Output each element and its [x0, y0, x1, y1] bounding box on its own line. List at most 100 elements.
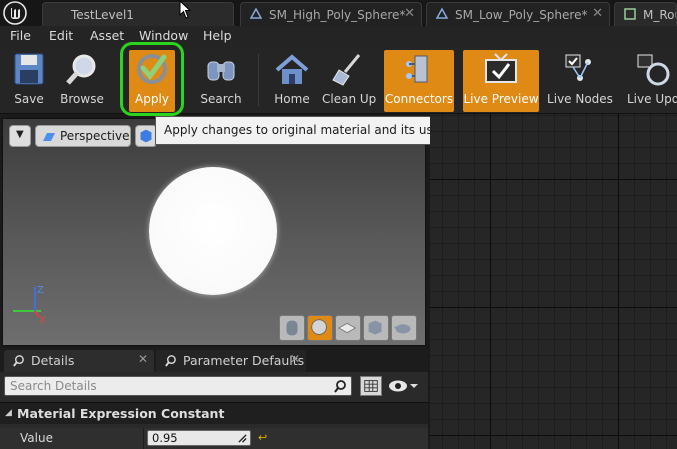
static-mesh-icon [249, 7, 263, 19]
close-icon[interactable]: ✕ [138, 352, 148, 366]
tab-label: SM_Low_Poly_Sphere* [455, 8, 588, 22]
axis-z-label: Z [37, 285, 44, 296]
menu-file[interactable]: File [10, 28, 31, 43]
close-icon[interactable]: ✕ [290, 352, 300, 366]
live-nodes-icon [565, 54, 591, 81]
tab-material[interactable]: M_Rou [614, 2, 677, 26]
live-update-label: Live Upda [627, 92, 677, 106]
material-icon [624, 8, 636, 20]
cube-icon [140, 129, 152, 143]
browse-button[interactable]: Browse [56, 50, 108, 112]
panel-tab-strip: Details ✕ Parameter Defaults ✕ [0, 348, 428, 372]
menu-asset[interactable]: Asset [90, 28, 124, 43]
mouse-cursor-icon [179, 0, 192, 19]
clean-up-label: Clean Up [322, 92, 377, 106]
tab-details[interactable]: Details ✕ [4, 350, 154, 372]
broom-icon [332, 54, 361, 86]
view-lit-button[interactable] [135, 125, 157, 147]
connectors-label: Connectors [384, 92, 454, 106]
browse-label: Browse [60, 92, 104, 106]
property-row-value: Value 0.95 ↩ [0, 428, 428, 449]
sphere-icon [311, 319, 327, 335]
search-button[interactable]: Search [198, 50, 244, 112]
connectors-icon [406, 55, 428, 83]
preview-sphere [149, 167, 277, 295]
preview-cylinder-button[interactable] [279, 315, 305, 341]
tab-test-level[interactable]: TestLevel1 [42, 2, 234, 26]
binoculars-icon [207, 61, 235, 81]
details-panel: Search Details ◢ Material Expression Con… [0, 372, 428, 449]
collapse-arrow-icon: ◢ [5, 408, 12, 418]
live-preview-button[interactable]: Live Preview [463, 50, 539, 112]
close-icon[interactable]: ✕ [404, 6, 415, 21]
editor-tab-bar: TestLevel1 SM_High_Poly_Sphere* ✕ SM_Low… [0, 0, 677, 26]
viewport-options-dropdown[interactable]: ▼ [9, 125, 31, 147]
column-divider[interactable] [143, 428, 144, 449]
preview-cube-button[interactable] [363, 315, 389, 341]
preview-sphere-button[interactable] [307, 315, 333, 341]
search-label: Search [200, 92, 242, 106]
search-icon [334, 380, 346, 393]
chevron-down-icon: ▼ [16, 129, 24, 140]
view-mode-label: Perspective [60, 129, 130, 143]
reset-to-default-icon[interactable]: ↩ [258, 431, 267, 444]
connectors-button[interactable]: Connectors [384, 50, 454, 112]
menu-window[interactable]: Window [139, 28, 188, 43]
tab-sm-high-poly-sphere[interactable]: SM_High_Poly_Sphere* ✕ [240, 2, 422, 26]
magnifier-icon [66, 54, 96, 85]
magnifier-icon [165, 355, 176, 367]
floppy-disk-icon [14, 53, 44, 85]
axis-x-label: X [39, 315, 46, 325]
live-preview-label: Live Preview [463, 92, 539, 106]
value-text: 0.95 [152, 431, 178, 445]
search-placeholder: Search Details [10, 379, 97, 393]
material-graph-canvas[interactable] [430, 114, 677, 449]
tab-label: SM_High_Poly_Sphere* [269, 8, 406, 22]
tab-label: TestLevel1 [71, 8, 134, 22]
magnifier-icon [13, 355, 24, 367]
cylinder-icon [286, 320, 298, 336]
home-button[interactable]: Home [270, 50, 314, 112]
tv-preview-icon [485, 53, 517, 83]
close-icon[interactable]: ✕ [592, 6, 603, 21]
preview-plane-button[interactable] [335, 315, 361, 341]
save-button[interactable]: Save [4, 50, 54, 112]
apply-highlight-ring [120, 42, 184, 116]
tab-parameter-defaults-label: Parameter Defaults [183, 353, 305, 368]
view-options-eye-icon[interactable] [388, 378, 418, 394]
perspective-view-button[interactable]: Perspective [35, 125, 131, 147]
drag-handle-icon [238, 434, 247, 443]
material-expression-constant-section[interactable]: ◢ Material Expression Constant [0, 402, 428, 424]
menu-help[interactable]: Help [203, 28, 232, 43]
tab-parameter-defaults[interactable]: Parameter Defaults ✕ [156, 350, 306, 372]
house-icon [275, 54, 309, 84]
menu-edit[interactable]: Edit [49, 28, 73, 43]
clean-up-button[interactable]: Clean Up [322, 50, 376, 112]
preview-teapot-button[interactable] [391, 315, 417, 341]
unreal-engine-logo-icon[interactable] [2, 1, 28, 25]
toolbar-separator [258, 54, 259, 106]
tab-label: M_Rou [643, 8, 676, 22]
save-label: Save [14, 92, 44, 106]
axis-gizmo-icon: Z X [13, 285, 46, 325]
property-matrix-button[interactable] [360, 376, 382, 396]
property-name: Value [20, 431, 53, 445]
plane-icon [337, 322, 357, 334]
section-title: Material Expression Constant [17, 406, 225, 421]
live-nodes-button[interactable]: Live Nodes [547, 50, 613, 112]
live-update-button[interactable]: Live Upda [622, 50, 677, 112]
search-details-input[interactable]: Search Details [4, 376, 352, 396]
tab-sm-low-poly-sphere[interactable]: SM_Low_Poly_Sphere* ✕ [426, 2, 610, 26]
tab-details-label: Details [31, 353, 75, 368]
cube-icon [368, 320, 382, 335]
material-preview-viewport[interactable]: ▼ Perspective Z X [2, 118, 426, 346]
live-update-icon [637, 54, 669, 86]
material-editor-toolbar: Save Browse Apply Search Home Clean Up C… [0, 46, 677, 114]
level-icon [51, 7, 65, 21]
value-number-input[interactable]: 0.95 [147, 430, 251, 446]
static-mesh-icon [435, 7, 449, 19]
perspective-grid-icon [43, 133, 55, 141]
teapot-icon [394, 324, 411, 334]
grid-icon [364, 380, 378, 392]
home-label: Home [274, 92, 310, 106]
